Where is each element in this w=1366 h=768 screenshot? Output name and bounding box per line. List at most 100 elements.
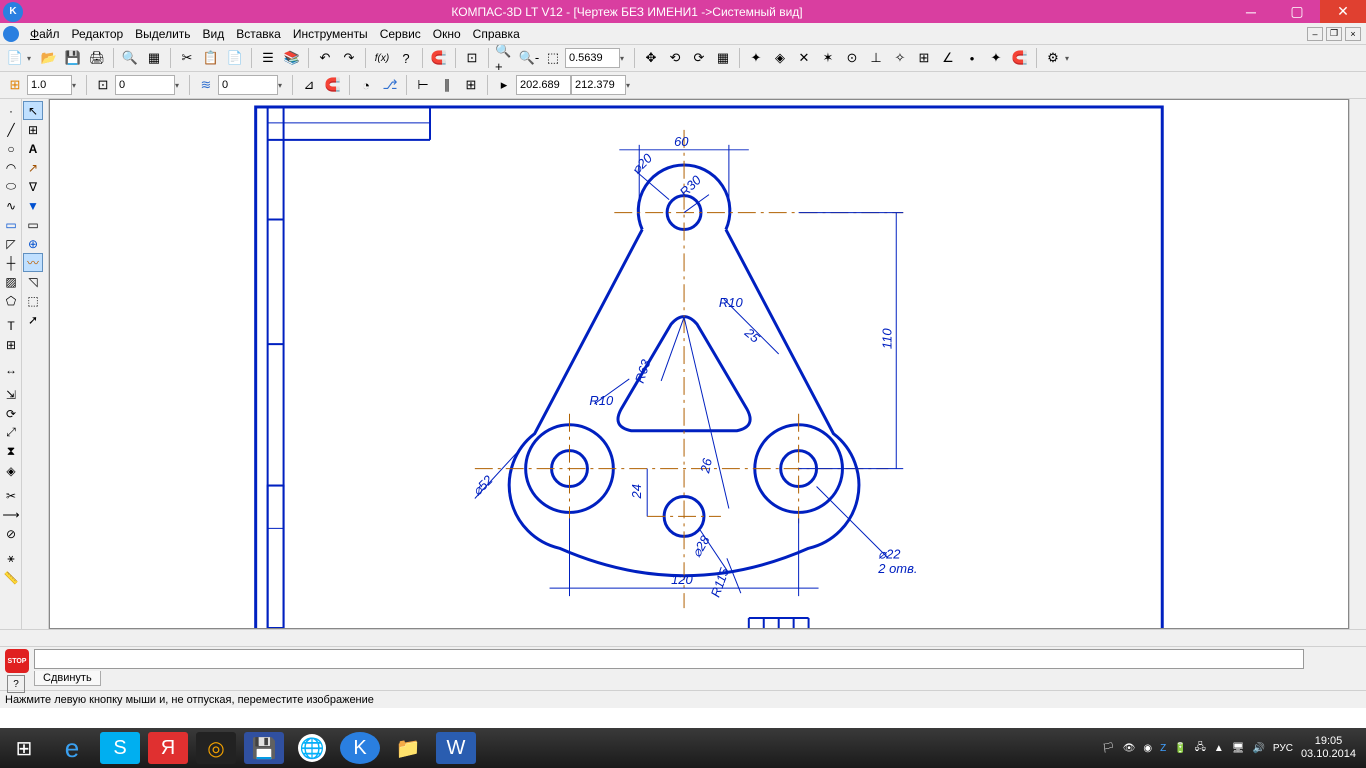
chamfer-tool[interactable]: ◸ (1, 234, 21, 253)
trim-tool[interactable]: ✂ (1, 486, 21, 505)
copy-button[interactable]: 📋 (200, 47, 222, 69)
properties-button[interactable]: ☰ (257, 47, 279, 69)
snap-end-button[interactable]: ✦ (745, 47, 767, 69)
tray-sync-icon[interactable]: ◉ (1143, 743, 1152, 754)
round-button[interactable]: ◔ (355, 74, 377, 96)
tray-shield-icon[interactable]: ▲ (1214, 743, 1224, 754)
maximize-button[interactable]: ▢ (1274, 0, 1320, 23)
save-app-button[interactable]: 💾 (244, 732, 284, 764)
command-input[interactable] (34, 649, 1304, 669)
horizontal-scrollbar[interactable] (0, 629, 1366, 646)
menu-service[interactable]: Сервис (374, 25, 427, 43)
mdi-close-button[interactable]: × (1345, 27, 1361, 41)
coord-dropdown[interactable]: ▾ (626, 81, 636, 90)
print-button[interactable]: 🖨 (86, 47, 108, 69)
cursor-size-button[interactable]: ⊞ (460, 74, 482, 96)
new-dropdown[interactable]: ▾ (27, 54, 37, 63)
snap-mid-button[interactable]: ◈ (769, 47, 791, 69)
zoom-fit-button[interactable]: ⊡ (461, 47, 483, 69)
line-tool[interactable]: ╱ (1, 120, 21, 139)
step-dropdown[interactable]: ▾ (72, 81, 82, 90)
settings-button[interactable]: ⚙ (1042, 47, 1064, 69)
wave-tool[interactable]: 〰 (23, 253, 43, 272)
snap-off-button[interactable]: 🧲 (1009, 47, 1031, 69)
aimp-button[interactable]: ◎ (196, 732, 236, 764)
tray-z-icon[interactable]: Z (1160, 743, 1166, 754)
snap-normal-button[interactable]: ⊥ (865, 47, 887, 69)
table-tool[interactable]: ⊞ (1, 335, 21, 354)
state-input[interactable] (115, 75, 175, 95)
close-button[interactable]: ✕ (1320, 0, 1366, 23)
menu-tools[interactable]: Инструменты (287, 25, 374, 43)
cut-button[interactable]: ✂ (176, 47, 198, 69)
tolerance-tool[interactable]: ▭ (23, 215, 43, 234)
redo-button[interactable]: ↷ (338, 47, 360, 69)
rotate-tool[interactable]: ⟳ (1, 404, 21, 423)
params-tool[interactable]: ⚹ (1, 549, 21, 568)
tray-lang[interactable]: РУС (1273, 743, 1293, 754)
variables-button[interactable]: f(x) (371, 47, 393, 69)
menu-file[interactable]: Файл (24, 25, 66, 43)
zoom-prev-button[interactable]: ⟲ (664, 47, 686, 69)
arc-tool[interactable]: ◠ (1, 158, 21, 177)
mirror-tool[interactable]: ⧗ (1, 442, 21, 461)
zoom-in-button[interactable]: 🔍+ (494, 47, 516, 69)
tray-clock[interactable]: 19:05 03.10.2014 (1301, 735, 1356, 761)
snap-center-button[interactable]: ✕ (793, 47, 815, 69)
grid-tool[interactable]: ⊞ (23, 120, 43, 139)
preview-button[interactable]: 🔍 (119, 47, 141, 69)
snap-point-button[interactable]: • (961, 47, 983, 69)
arrow-tool[interactable]: ➚ (23, 310, 43, 329)
menu-select[interactable]: Выделить (129, 25, 196, 43)
word-button[interactable]: W (436, 732, 476, 764)
ellipse-tool[interactable]: ⬭ (1, 177, 21, 196)
help-button[interactable]: ? (395, 47, 417, 69)
zoom-input[interactable] (565, 48, 620, 68)
vertical-scrollbar[interactable] (1349, 99, 1366, 629)
prop-tab-move[interactable]: Сдвинуть (34, 671, 101, 686)
kompas-button[interactable]: K (340, 732, 380, 764)
stop-icon[interactable]: STOP (5, 649, 29, 673)
view-all-button[interactable]: ▦ (712, 47, 734, 69)
snap-grid-button[interactable]: ⊞ (913, 47, 935, 69)
pan-button[interactable]: ✥ (640, 47, 662, 69)
layer-icon[interactable]: ≋ (195, 74, 217, 96)
zoom-out-button[interactable]: 🔍- (518, 47, 540, 69)
hatch-tool[interactable]: ▨ (1, 272, 21, 291)
explorer-button[interactable]: 📁 (384, 728, 432, 768)
magnet-button[interactable]: 🧲 (428, 47, 450, 69)
coord-x-input[interactable] (516, 75, 571, 95)
extend-tool[interactable]: ⟶ (1, 505, 21, 524)
new-button[interactable]: 📄 (4, 47, 26, 69)
save-button[interactable]: 💾 (62, 47, 84, 69)
settings-dropdown[interactable]: ▾ (1065, 54, 1075, 63)
base-tool[interactable]: ▼ (23, 196, 43, 215)
menu-window[interactable]: Окно (427, 25, 467, 43)
ortho-button[interactable]: ⊿ (298, 74, 320, 96)
select-tool[interactable]: ↖ (23, 101, 43, 120)
tray-eye-icon[interactable]: 👁 (1123, 743, 1136, 754)
view-label-tool[interactable]: ◹ (23, 272, 43, 291)
circle-tool[interactable]: ○ (1, 139, 21, 158)
context-help-icon[interactable]: ? (7, 675, 25, 693)
roughness-tool[interactable]: ∇ (23, 177, 43, 196)
local-cs-button[interactable]: ⎇ (379, 74, 401, 96)
deform-tool[interactable]: ◈ (1, 461, 21, 480)
tray-monitor-icon[interactable]: 🖥 (1232, 743, 1245, 754)
tray-network-icon[interactable]: 🖧 (1195, 740, 1206, 757)
coord-y-input[interactable] (571, 75, 626, 95)
drawing-canvas[interactable]: 60 ⌀20 R30 R10 25 110 R10 R63 ⌀52 24 26 … (49, 99, 1349, 629)
dim-tool[interactable]: ↔ (1, 360, 21, 379)
poly-tool[interactable]: ⬠ (1, 291, 21, 310)
manager-button[interactable]: ▦ (143, 47, 165, 69)
menu-help[interactable]: Справка (467, 25, 526, 43)
text-edit-tool[interactable]: A (23, 139, 43, 158)
snap-angle-button[interactable]: ∠ (937, 47, 959, 69)
paste-button[interactable]: 📄 (224, 47, 246, 69)
app-menu-icon[interactable] (3, 26, 19, 42)
point-tool[interactable]: · (1, 101, 21, 120)
tray-speaker-icon[interactable]: 🔊 (1252, 743, 1264, 754)
move-tool[interactable]: ⇲ (1, 385, 21, 404)
minimize-button[interactable]: ─ (1228, 0, 1274, 23)
para-button[interactable]: ∥ (436, 74, 458, 96)
